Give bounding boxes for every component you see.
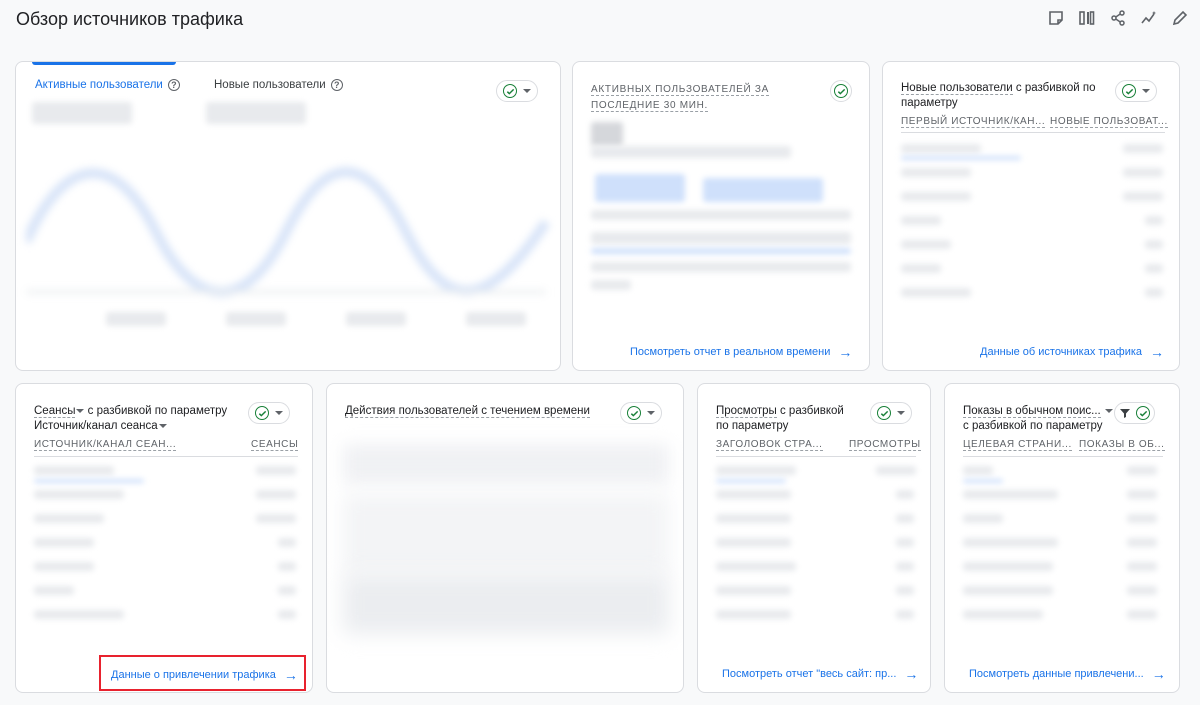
new-users-card: Новые пользователи с разбивкой по параме…: [882, 61, 1180, 371]
users-chart-card: Активные пользователи ? Новые пользовате…: [15, 61, 561, 371]
compare-status-pill[interactable]: [1115, 80, 1157, 102]
chevron-down-icon: [275, 411, 283, 415]
realtime-report-link[interactable]: Посмотреть отчет в реальном времени →: [630, 344, 853, 360]
sessions-dimension-selector[interactable]: Источник/канал сеанса: [34, 419, 167, 434]
chevron-down-icon: [1142, 89, 1150, 93]
compare-status-pill[interactable]: [248, 402, 290, 424]
chevron-down-icon: [523, 89, 531, 93]
check-icon: [503, 84, 517, 98]
insights-icon[interactable]: [1139, 8, 1159, 28]
blurred-line-chart: [26, 167, 551, 297]
new-users-card-title: Новые пользователи с разбивкой по параме…: [901, 82, 1096, 109]
page-header: Обзор источников трафика: [0, 0, 1200, 40]
filter-status-pill[interactable]: [1114, 402, 1155, 424]
compare-status-pill[interactable]: [620, 402, 662, 424]
check-icon: [1136, 406, 1150, 420]
arrow-right-icon: →: [904, 666, 919, 682]
column-header: ПРОСМОТРЫ: [849, 439, 921, 451]
help-icon[interactable]: ?: [330, 79, 343, 91]
blurred-chart: [343, 444, 669, 484]
column-header: ЗАГОЛОВОК СТРА...: [716, 439, 823, 451]
check-icon: [1122, 84, 1136, 98]
search-impressions-card: Показы в обычном поис... с разбивкой по …: [944, 383, 1180, 693]
compare-icon[interactable]: [1077, 8, 1097, 28]
column-header: ЦЕЛЕВАЯ СТРАНИ...: [963, 439, 1072, 451]
user-actions-card: Действия пользователей с течением времен…: [326, 383, 684, 693]
realtime-card: АКТИВНЫХ ПОЛЬЗОВАТЕЛЕЙ ЗА ПОСЛЕДНИЕ 30 М…: [572, 61, 870, 371]
check-icon: [877, 406, 891, 420]
tab-active-users[interactable]: Активные пользователи ?: [35, 79, 180, 91]
search-card-title: Показы в обычном поис... с разбивкой по …: [963, 404, 1113, 434]
compare-status-pill[interactable]: [496, 80, 538, 102]
realtime-title: АКТИВНЫХ ПОЛЬЗОВАТЕЛЕЙ ЗА ПОСЛЕДНИЕ 30 М…: [591, 84, 769, 112]
column-header: НОВЫЕ ПОЛЬЗОВАТ...: [1050, 116, 1168, 128]
sessions-card-title: Сеансы с разбивкой по параметру: [34, 405, 228, 418]
chevron-down-icon: [897, 411, 905, 415]
check-icon: [834, 84, 848, 98]
share-icon[interactable]: [1108, 8, 1128, 28]
tab-active-users-label: Активные пользователи: [35, 79, 163, 91]
whole-site-report-link[interactable]: Посмотреть отчет "весь сайт: пр... →: [722, 666, 919, 682]
check-icon: [627, 406, 641, 420]
tab-new-users-label: Новые пользователи: [214, 79, 326, 91]
compare-status-pill[interactable]: [830, 80, 852, 102]
arrow-right-icon: →: [838, 344, 853, 360]
header-toolbar: [1046, 8, 1190, 28]
page-title: Обзор источников трафика: [16, 9, 244, 29]
highlight-box: [99, 655, 306, 691]
chevron-down-icon: [647, 411, 655, 415]
active-tab-indicator: [32, 62, 176, 65]
tab-new-users[interactable]: Новые пользователи ?: [214, 79, 343, 91]
user-actions-card-title: Действия пользователей с течением времен…: [345, 405, 590, 418]
chevron-down-icon[interactable]: [1104, 408, 1113, 413]
column-header: ПЕРВЫЙ ИСТОЧНИК/КАН...: [901, 116, 1046, 128]
sessions-card: Сеансы с разбивкой по параметру Источник…: [15, 383, 313, 693]
traffic-sources-link[interactable]: Данные об источниках трафика →: [980, 344, 1165, 360]
column-header: СЕАНСЫ: [251, 439, 299, 451]
arrow-right-icon: →: [1150, 344, 1165, 360]
help-icon[interactable]: ?: [167, 79, 180, 91]
customize-report-icon[interactable]: [1046, 8, 1066, 28]
views-card: Просмотры с разбивкой по параметру ЗАГОЛ…: [697, 383, 931, 693]
chevron-down-icon: [158, 423, 167, 428]
arrow-right-icon: →: [1151, 666, 1166, 682]
check-icon: [255, 406, 269, 420]
column-header: ПОКАЗЫ В ОБ...: [1079, 439, 1165, 451]
views-card-title: Просмотры с разбивкой по параметру: [716, 405, 844, 432]
edit-icon[interactable]: [1170, 8, 1190, 28]
column-header: ИСТОЧНИК/КАНАЛ СЕАН...: [34, 439, 177, 451]
search-acquisition-link[interactable]: Посмотреть данные привлечени... →: [969, 666, 1166, 682]
filter-icon: [1120, 409, 1130, 418]
compare-status-pill[interactable]: [870, 402, 912, 424]
